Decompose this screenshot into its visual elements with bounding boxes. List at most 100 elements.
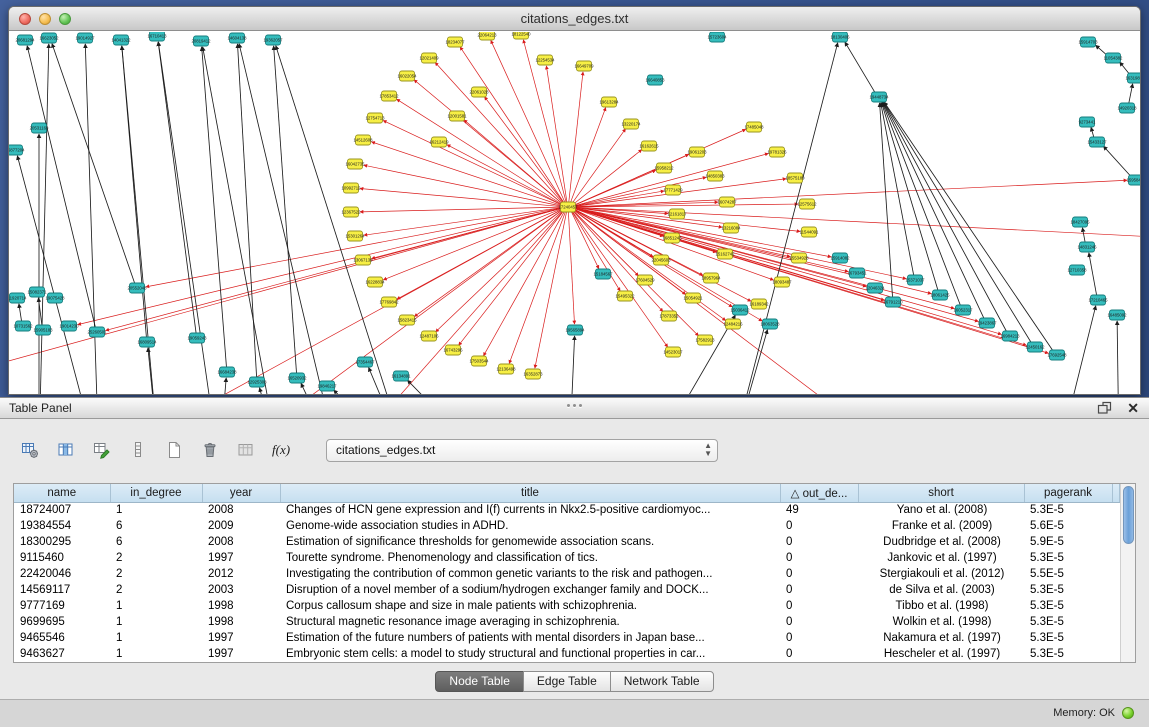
table-row[interactable]: 1456911722003Disruption of a novel membe…	[14, 582, 1120, 598]
graph-node[interactable]: 12021409	[419, 53, 439, 63]
graph-node[interactable]: 16485092	[1107, 310, 1127, 320]
graph-node[interactable]: 15723604	[707, 32, 727, 42]
table-row[interactable]: 977716911998Corpus callosum shape and si…	[14, 598, 1120, 614]
graph-node[interactable]: 15914082	[830, 253, 850, 263]
graph-node[interactable]: 16877204	[9, 145, 25, 155]
graph-node[interactable]: 18093487	[772, 277, 792, 287]
graph-node[interactable]: 12710358	[1067, 265, 1087, 275]
column-header-in_degree[interactable]: in_degree	[110, 484, 202, 502]
graph-node[interactable]: 20531169	[30, 123, 49, 133]
table-row[interactable]: 946362711997Embryonic stem cells: a mode…	[14, 646, 1120, 662]
table-row[interactable]: 946554611997Estimation of the future num…	[14, 630, 1120, 646]
graph-node[interactable]: 16189342	[749, 299, 769, 309]
table-row[interactable]: 1830029562008Estimation of significance …	[14, 534, 1120, 550]
tab-edge-table[interactable]: Edge Table	[523, 671, 611, 692]
graph-node[interactable]: 16684238	[217, 367, 237, 377]
column-header-title[interactable]: title	[280, 484, 780, 502]
graph-node[interactable]: 18427095	[1070, 217, 1090, 227]
graph-node[interactable]: 15301264	[345, 231, 365, 241]
graph-node[interactable]: 17485048	[744, 122, 764, 132]
graph-node[interactable]: 15534928	[789, 253, 809, 263]
table-row[interactable]: 2242004622012Investigating the contribut…	[14, 566, 1120, 582]
graph-node[interactable]: 16649709	[574, 61, 594, 71]
panel-resize-grip[interactable]	[563, 404, 585, 412]
graph-node[interactable]: 16162615	[639, 141, 659, 151]
new-table-icon[interactable]	[160, 437, 188, 463]
graph-node[interactable]: 15036412	[730, 305, 750, 315]
graph-node[interactable]: 17210465	[1088, 295, 1108, 305]
graph-node[interactable]: 16228834	[365, 277, 385, 287]
graph-node[interactable]: 15433127	[1087, 137, 1107, 147]
graph-node[interactable]: 18122540	[511, 32, 531, 39]
float-panel-icon[interactable]	[1097, 400, 1113, 416]
tab-node-table[interactable]: Node Table	[435, 671, 524, 692]
graph-node[interactable]: 18957964	[701, 273, 721, 283]
graph-node[interactable]: 12450162	[1025, 342, 1045, 352]
graph-node[interactable]: 17354467	[355, 357, 375, 367]
graph-node[interactable]: 20681294	[15, 35, 35, 45]
graph-node[interactable]: 16623052	[39, 33, 59, 43]
graph-node[interactable]: 16710413	[147, 32, 167, 41]
graph-node[interactable]: 22045603	[651, 255, 671, 265]
graph-node[interactable]: 16743296	[443, 345, 463, 355]
graph-node[interactable]: 16319852	[1125, 73, 1140, 83]
delete-table-icon[interactable]	[196, 437, 224, 463]
zoom-window-button[interactable]	[59, 13, 71, 25]
graph-node[interactable]: 16352873	[523, 369, 543, 379]
graph-node[interactable]: 13220174	[621, 119, 641, 129]
graph-node[interactable]: 25260501	[87, 327, 107, 337]
graph-node[interactable]: 11054382	[1104, 53, 1123, 63]
graph-node[interactable]: 17873352	[659, 311, 679, 321]
graph-node[interactable]: 22061028	[469, 87, 489, 97]
graph-node[interactable]: 12046324	[865, 283, 885, 293]
graph-node[interactable]: 15184567	[593, 269, 613, 279]
graph-node[interactable]: 11920714	[9, 293, 27, 303]
graph-node[interactable]: 17503544	[469, 356, 489, 366]
row-height-icon[interactable]	[124, 437, 152, 463]
graph-node[interactable]: 12925308	[247, 377, 267, 387]
graph-node[interactable]: 19014230	[59, 321, 79, 331]
graph-node[interactable]: 15162742	[715, 249, 735, 259]
graph-node[interactable]: 12136498	[496, 364, 516, 374]
column-header-name[interactable]: name	[14, 484, 110, 502]
table-row[interactable]: 969969511998Structural magnetic resonanc…	[14, 614, 1120, 630]
graph-node[interactable]: 16212419	[429, 137, 449, 147]
graph-node[interactable]: 12754713	[365, 113, 385, 123]
graph-node[interactable]: 10992712	[341, 183, 361, 193]
graph-node[interactable]: 19075428	[45, 293, 65, 303]
graph-node[interactable]: 15905183	[33, 325, 53, 335]
graph-node[interactable]: 19014927	[75, 33, 95, 43]
graph-node[interactable]: 16640853	[645, 75, 665, 85]
close-panel-icon[interactable]: ✕	[1127, 400, 1139, 416]
select-columns-icon[interactable]	[52, 437, 80, 463]
graph-node[interactable]: 13067139	[353, 255, 373, 265]
graph-node[interactable]: 16851243	[662, 233, 682, 243]
graph-node[interactable]: 17853412	[379, 91, 399, 101]
graph-node[interactable]: 15495322	[615, 291, 635, 301]
function-builder-icon[interactable]: f(x)	[268, 437, 296, 463]
table-row[interactable]: 1938455462009Genome-wide association stu…	[14, 518, 1120, 534]
table-scrollbar[interactable]	[1120, 484, 1135, 662]
graph-node[interactable]: 20819412	[191, 36, 211, 46]
graph-node[interactable]: 17692548	[1047, 350, 1067, 360]
graph-node[interactable]: 17604529	[635, 275, 655, 285]
graph-node[interactable]: 14831246	[1077, 242, 1097, 252]
window-titlebar[interactable]: citations_edges.txt	[9, 7, 1140, 31]
graph-node[interactable]: 15054921	[683, 293, 703, 303]
graph-node[interactable]: 15958212	[654, 163, 674, 173]
graph-node[interactable]: 22064213	[477, 32, 497, 40]
graph-node[interactable]: 17582913	[695, 335, 715, 345]
close-window-button[interactable]	[19, 13, 31, 25]
graph-node[interactable]: 12161817	[667, 209, 687, 219]
graph-node[interactable]: 16134891	[391, 371, 411, 381]
graph-node[interactable]: 17240457	[558, 202, 578, 212]
column-header-pagerank[interactable]: pagerank	[1024, 484, 1112, 502]
graph-node[interactable]: 14920318	[1117, 103, 1137, 113]
graph-node[interactable]: 16520932	[287, 373, 307, 383]
graph-node[interactable]: 18061425	[930, 290, 950, 300]
graph-node[interactable]: 11544091	[800, 227, 819, 237]
graph-node[interactable]: 19448734	[869, 92, 889, 102]
graph-node[interactable]: 12367522	[341, 207, 361, 217]
scrollbar-thumb[interactable]	[1123, 486, 1134, 544]
graph-node[interactable]: 16042735	[345, 159, 365, 169]
